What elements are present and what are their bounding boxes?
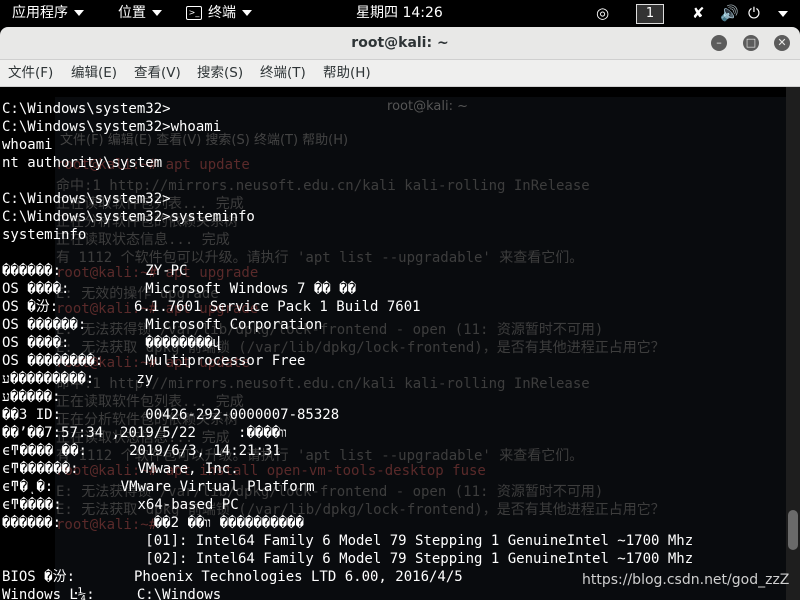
chevron-down-icon xyxy=(778,10,788,17)
terminal-app-label: 终端 xyxy=(208,5,236,21)
menu-edit[interactable]: 编辑(E) xyxy=(71,60,117,86)
chevron-down-icon xyxy=(74,10,84,16)
terminal-line: C:\Windows\system32>systeminfo xyxy=(2,209,255,225)
menu-search[interactable]: 搜索(S) xyxy=(197,60,243,86)
terminal-app-menu[interactable]: >_ 终端 xyxy=(186,0,252,27)
terminal-line: OS ����: ��������վ xyxy=(2,335,222,351)
clock[interactable]: 星期四 14:26 xyxy=(356,0,443,27)
scrollbar-thumb[interactable] xyxy=(788,510,798,550)
chevron-down-icon xyxy=(152,10,162,16)
terminal-line: ϵͳ���� ��: 2019/6/3, 14:21:31 xyxy=(2,443,281,459)
power-icon[interactable]: ⏻ xyxy=(748,0,760,27)
places-menu[interactable]: 位置 xyxy=(118,0,162,27)
terminal-line: Windows Ŀ¼: C:\Windows xyxy=(2,587,222,600)
applications-menu[interactable]: 应用程序 xyxy=(12,0,84,27)
watermark: https://blog.csdn.net/god_zzZ xyxy=(582,572,790,588)
terminal-line: ��ʼ��װ����: 2019/5/22, 7:57:34 xyxy=(2,425,288,441)
applications-label: 应用程序 xyxy=(12,5,68,21)
camera-icon[interactable]: ◎ xyxy=(596,0,609,27)
terminal-area[interactable]: root@kali: ~ 文件(F) 编辑(E) 查看(V) 搜索(S) 终端(… xyxy=(0,87,786,600)
terminal-line: ��3 ID: 00426-292-0000007-85328 xyxy=(2,407,340,423)
terminal-line: whoami xyxy=(2,137,53,153)
minimize-button[interactable]: – xyxy=(711,35,727,51)
terminal-line: ע�����: xyxy=(2,389,61,405)
terminal-icon: >_ xyxy=(186,6,202,20)
terminal-line: OS ����: Microsoft Windows 7 �� �� xyxy=(2,281,357,297)
terminal-line: OS ��������: Multiprocessor Free xyxy=(2,353,306,369)
terminal-line: C:\Windows\system32> xyxy=(2,101,171,117)
menu-bar: 文件(F) 编辑(E) 查看(V) 搜索(S) 终端(T) 帮助(H) xyxy=(0,60,800,87)
volume-icon[interactable]: 🔊 xyxy=(720,0,739,27)
maximize-button[interactable]: □ xyxy=(743,35,759,51)
terminal-line: systeminfo xyxy=(2,227,87,243)
system-menu-chevron[interactable] xyxy=(772,0,788,27)
terminal-line: ������: ZY-PC xyxy=(2,263,188,279)
places-label: 位置 xyxy=(118,5,146,21)
terminal-line: OS �汾: 6.1.7601 Service Pack 1 Build 760… xyxy=(2,299,421,315)
terminal-line: C:\Windows\system32>whoami xyxy=(2,119,222,135)
terminal-line: [01]: Intel64 Family 6 Model 79 Stepping… xyxy=(2,533,694,549)
terminal-line: ϵͳ����: x64-based PC xyxy=(2,497,239,513)
workspace-indicator[interactable]: 1 xyxy=(636,4,664,24)
terminal-line: OS ������: Microsoft Corporation xyxy=(2,317,323,333)
chevron-down-icon xyxy=(242,10,252,16)
terminal-line: nt authority\system xyxy=(2,155,163,171)
window-titlebar[interactable]: root@kali: ~ – □ ✕ xyxy=(0,27,800,60)
window-title: root@kali: ~ xyxy=(351,35,449,51)
terminal-line: ϵͳ�ͺ�: VMware Virtual Platform xyxy=(2,479,315,495)
terminal-line: ϵͳ������: VMware, Inc. xyxy=(2,461,239,477)
terminal-line: ������: ��װ�� 2 ���������� xyxy=(2,515,304,531)
close-button[interactable]: ✕ xyxy=(774,35,790,51)
menu-view[interactable]: 查看(V) xyxy=(134,60,181,86)
terminal-line: C:\Windows\system32> xyxy=(2,191,171,207)
menu-file[interactable]: 文件(F) xyxy=(8,60,53,86)
menu-terminal[interactable]: 终端(T) xyxy=(260,60,306,86)
terminal-line: ע���������: zy xyxy=(2,371,154,387)
terminal-line: [02]: Intel64 Family 6 Model 79 Stepping… xyxy=(2,551,694,567)
network-icon[interactable]: ✘ xyxy=(692,0,705,27)
menu-help[interactable]: 帮助(H) xyxy=(323,60,371,86)
top-bar: 应用程序 位置 >_ 终端 星期四 14:26 ◎ 1 ✘ 🔊 ⏻ xyxy=(0,0,800,27)
terminal-line: BIOS �汾: Phoenix Technologies LTD 6.00, … xyxy=(2,569,463,585)
